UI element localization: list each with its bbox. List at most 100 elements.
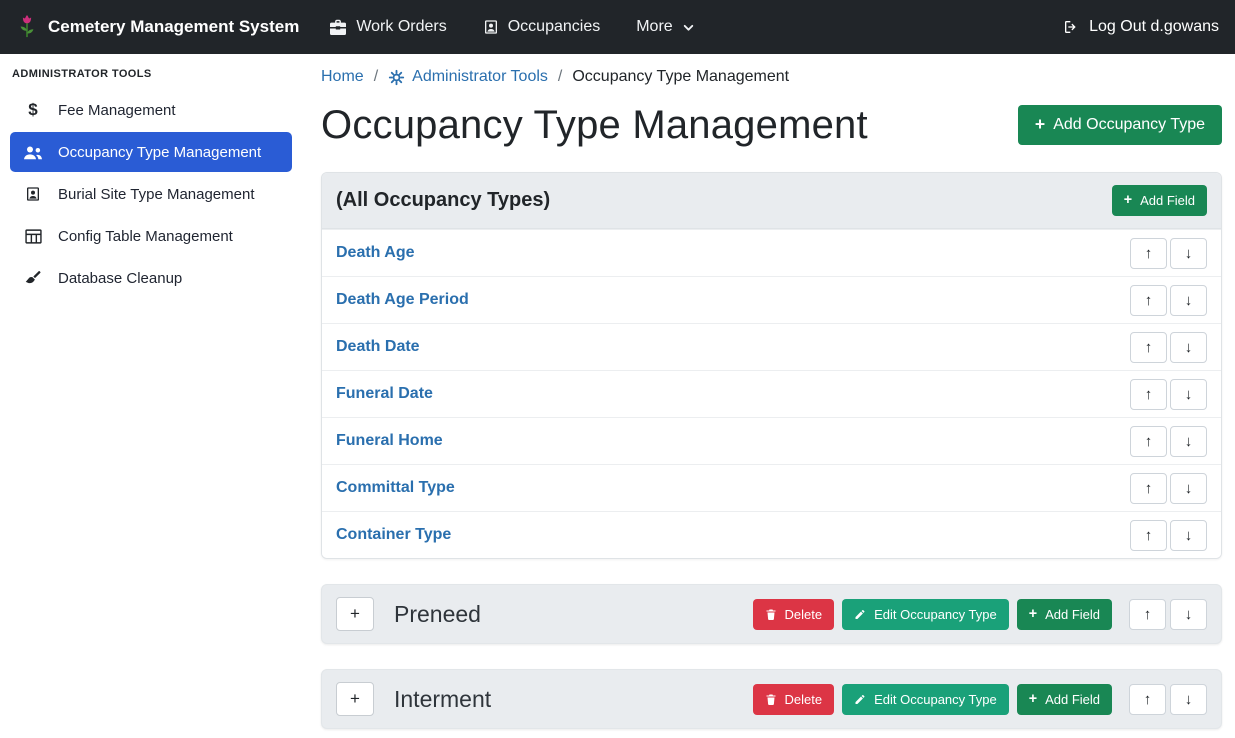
reorder-controls: ↑ ↓	[1129, 684, 1207, 715]
reorder-controls: ↑ ↓	[1130, 473, 1207, 504]
edit-occupancy-type-button[interactable]: Edit Occupancy Type	[842, 684, 1009, 715]
nav-work-orders[interactable]: Work Orders	[329, 18, 446, 36]
plus-icon: +	[1029, 607, 1037, 621]
nav-more[interactable]: More	[636, 18, 694, 36]
field-row: Death Age Period ↑ ↓	[322, 276, 1221, 323]
portrait-icon	[483, 19, 499, 35]
add-field-label: Add Field	[1045, 692, 1100, 707]
table-icon	[22, 229, 44, 244]
breadcrumb-admin-tools-label: Administrator Tools	[412, 68, 548, 86]
move-down-button[interactable]: ↓	[1170, 285, 1207, 316]
breadcrumb-home-label: Home	[321, 68, 364, 86]
field-link-funeral-date[interactable]: Funeral Date	[336, 385, 433, 403]
all-occupancy-types-card: (All Occupancy Types) + Add Field Death …	[321, 172, 1222, 559]
move-down-button[interactable]: ↓	[1170, 473, 1207, 504]
move-up-button[interactable]: ↑	[1130, 285, 1167, 316]
trash-icon	[765, 608, 777, 621]
breadcrumb: Home / Administrator Tools / Occupancy T…	[321, 68, 1222, 86]
move-down-button[interactable]: ↓	[1170, 238, 1207, 269]
dollar-icon: $	[22, 100, 44, 120]
reorder-controls: ↑ ↓	[1130, 379, 1207, 410]
sidebar-item-label: Burial Site Type Management	[58, 186, 255, 203]
edit-occupancy-type-button[interactable]: Edit Occupancy Type	[842, 599, 1009, 630]
field-link-death-date[interactable]: Death Date	[336, 338, 420, 356]
sidebar-item-label: Database Cleanup	[58, 270, 182, 287]
add-field-label: Add Field	[1140, 193, 1195, 208]
delete-label: Delete	[785, 692, 823, 707]
section-preneed: + Preneed Delete Edit Occupancy Type + A…	[321, 584, 1222, 644]
move-down-button[interactable]: ↓	[1170, 379, 1207, 410]
move-up-button[interactable]: ↑	[1130, 332, 1167, 363]
field-row: Funeral Home ↑ ↓	[322, 417, 1221, 464]
gear-icon	[388, 69, 405, 86]
pencil-icon	[854, 608, 866, 621]
move-down-button[interactable]: ↓	[1170, 599, 1207, 630]
field-row: Committal Type ↑ ↓	[322, 464, 1221, 511]
add-field-button[interactable]: + Add Field	[1112, 185, 1207, 216]
main-nav: Work Orders Occupancies More	[329, 18, 694, 36]
users-icon	[22, 145, 44, 160]
toolbox-icon	[329, 19, 347, 35]
add-occupancy-type-label: Add Occupancy Type	[1053, 116, 1205, 134]
sidebar-item-database-cleanup[interactable]: Database Cleanup	[10, 258, 292, 298]
reorder-controls: ↑ ↓	[1130, 332, 1207, 363]
move-down-button[interactable]: ↓	[1170, 684, 1207, 715]
add-field-button[interactable]: + Add Field	[1017, 599, 1112, 630]
app-brand[interactable]: Cemetery Management System	[16, 13, 299, 41]
sidebar-heading: ADMINISTRATOR TOOLS	[0, 54, 300, 90]
title-row: Occupancy Type Management + Add Occupanc…	[321, 102, 1222, 148]
all-occupancy-types-header: (All Occupancy Types) + Add Field	[322, 173, 1221, 229]
section-actions: Delete Edit Occupancy Type + Add Field ↑…	[753, 684, 1207, 715]
field-link-committal-type[interactable]: Committal Type	[336, 479, 455, 497]
add-occupancy-type-button[interactable]: + Add Occupancy Type	[1018, 105, 1222, 145]
sidebar: ADMINISTRATOR TOOLS $ Fee Management Occ…	[0, 54, 300, 738]
delete-label: Delete	[785, 607, 823, 622]
flower-logo-icon	[16, 13, 38, 41]
field-link-death-age-period[interactable]: Death Age Period	[336, 291, 469, 309]
move-up-button[interactable]: ↑	[1130, 426, 1167, 457]
add-field-button[interactable]: + Add Field	[1017, 684, 1112, 715]
delete-button[interactable]: Delete	[753, 599, 835, 630]
breadcrumb-separator: /	[558, 68, 562, 86]
field-link-container-type[interactable]: Container Type	[336, 526, 451, 544]
sidebar-item-config-table-management[interactable]: Config Table Management	[10, 216, 292, 256]
expand-button[interactable]: +	[336, 682, 374, 716]
reorder-controls: ↑ ↓	[1130, 285, 1207, 316]
move-down-button[interactable]: ↓	[1170, 520, 1207, 551]
app-title: Cemetery Management System	[48, 17, 299, 37]
move-down-button[interactable]: ↓	[1170, 332, 1207, 363]
plus-icon: +	[1035, 116, 1045, 134]
sidebar-item-burial-site-type-management[interactable]: Burial Site Type Management	[10, 174, 292, 214]
sidebar-item-occupancy-type-management[interactable]: Occupancy Type Management	[10, 132, 292, 172]
nav-more-label: More	[636, 18, 672, 36]
breadcrumb-home[interactable]: Home	[321, 68, 364, 86]
move-up-button[interactable]: ↑	[1130, 379, 1167, 410]
sidebar-item-fee-management[interactable]: $ Fee Management	[10, 90, 292, 130]
plus-icon: +	[1029, 692, 1037, 706]
add-field-label: Add Field	[1045, 607, 1100, 622]
logout-icon	[1062, 19, 1080, 35]
move-up-button[interactable]: ↑	[1129, 684, 1166, 715]
nav-occupancies[interactable]: Occupancies	[483, 18, 601, 36]
field-link-funeral-home[interactable]: Funeral Home	[336, 432, 443, 450]
move-up-button[interactable]: ↑	[1130, 473, 1167, 504]
move-up-button[interactable]: ↑	[1130, 520, 1167, 551]
move-up-button[interactable]: ↑	[1129, 599, 1166, 630]
nav-occupancies-label: Occupancies	[508, 18, 601, 36]
move-up-button[interactable]: ↑	[1130, 238, 1167, 269]
breadcrumb-admin-tools[interactable]: Administrator Tools	[388, 68, 548, 86]
delete-button[interactable]: Delete	[753, 684, 835, 715]
field-row: Funeral Date ↑ ↓	[322, 370, 1221, 417]
move-down-button[interactable]: ↓	[1170, 426, 1207, 457]
trash-icon	[765, 693, 777, 706]
expand-button[interactable]: +	[336, 597, 374, 631]
pencil-icon	[854, 693, 866, 706]
reorder-controls: ↑ ↓	[1129, 599, 1207, 630]
logout-link[interactable]: Log Out d.gowans	[1062, 18, 1219, 36]
section-title: Preneed	[394, 601, 481, 628]
field-link-death-age[interactable]: Death Age	[336, 244, 415, 262]
section-interment: + Interment Delete Edit Occupancy Type +…	[321, 669, 1222, 729]
field-row: Container Type ↑ ↓	[322, 511, 1221, 558]
sidebar-item-label: Fee Management	[58, 102, 176, 119]
section-title: Interment	[394, 686, 491, 713]
